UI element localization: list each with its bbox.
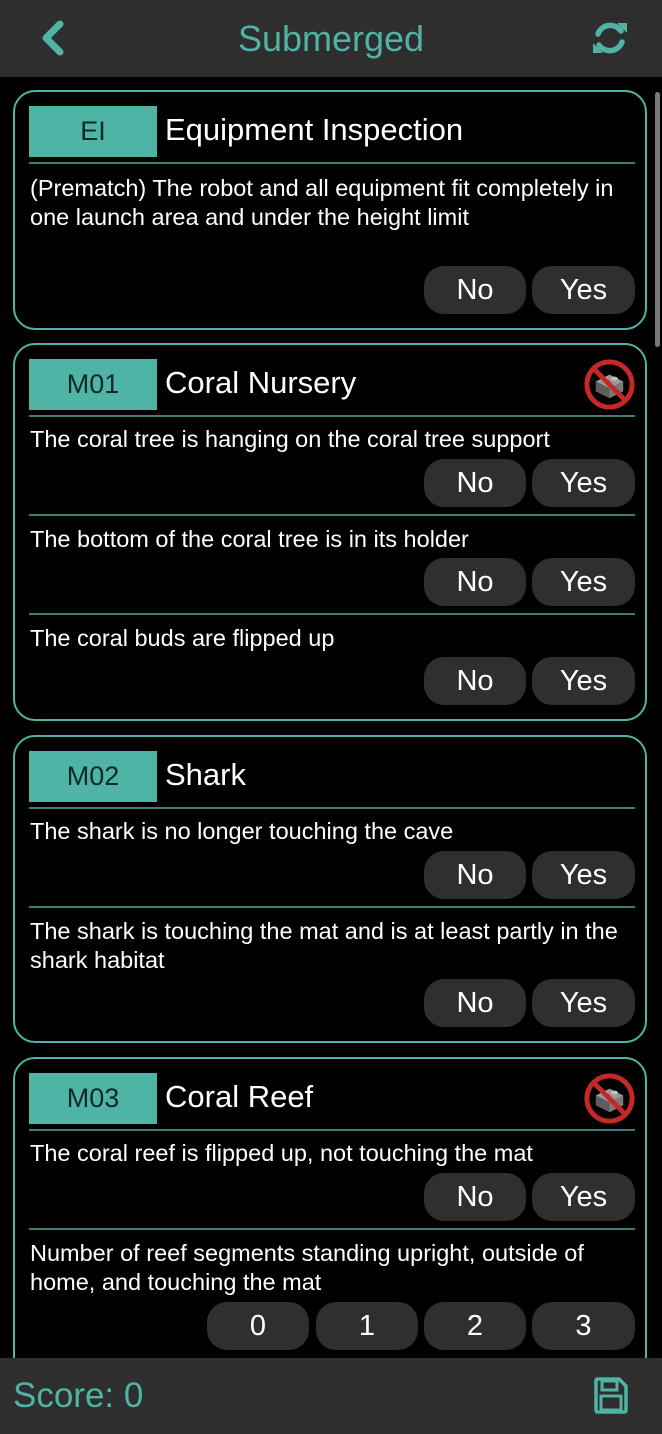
mission-title: Shark	[165, 757, 246, 792]
bottom-bar: Score: 0	[0, 1358, 662, 1434]
no-button[interactable]: No	[424, 459, 526, 507]
mission-header: EI Equipment Inspection	[15, 92, 645, 162]
count-option-1[interactable]: 1	[316, 1302, 418, 1350]
mission-card-m02: M02 Shark The shark is no longer touchin…	[13, 735, 647, 1043]
chevron-left-icon	[42, 20, 64, 56]
yes-button[interactable]: Yes	[532, 657, 635, 705]
divider	[29, 613, 635, 615]
question-text: Number of reef segments standing upright…	[30, 1240, 584, 1295]
mission-header: M01 Coral Nursery	[15, 345, 645, 415]
question-text: The coral buds are flipped up	[30, 625, 335, 651]
divider	[29, 514, 635, 516]
no-button[interactable]: No	[424, 657, 526, 705]
no-button[interactable]: No	[424, 979, 526, 1027]
divider	[29, 1228, 635, 1230]
refresh-icon	[593, 22, 627, 54]
no-button[interactable]: No	[424, 1173, 526, 1221]
question-text: The shark is no longer touching the cave	[30, 818, 454, 844]
yes-button[interactable]: Yes	[532, 851, 635, 899]
mission-card-m01: M01 Coral Nursery The coral tree is hang…	[13, 343, 647, 721]
top-bar: Submerged	[0, 0, 662, 77]
yes-button[interactable]: Yes	[532, 979, 635, 1027]
divider	[29, 415, 635, 417]
divider	[29, 1129, 635, 1131]
count-option-3[interactable]: 3	[532, 1302, 635, 1350]
question-text: The shark is touching the mat and is at …	[30, 918, 618, 973]
mission-header: M03 Coral Reef	[15, 1059, 645, 1129]
divider	[29, 906, 635, 908]
mission-code-badge: EI	[29, 106, 157, 157]
scrollbar[interactable]	[655, 92, 660, 347]
mission-header: M02 Shark	[15, 737, 645, 807]
count-option-0[interactable]: 0	[207, 1302, 309, 1350]
question-text: The coral reef is flipped up, not touchi…	[30, 1140, 533, 1166]
back-button[interactable]	[36, 18, 72, 58]
no-button[interactable]: No	[424, 266, 526, 314]
refresh-button[interactable]	[590, 18, 630, 58]
save-button[interactable]	[593, 1376, 629, 1414]
divider	[29, 162, 635, 164]
mission-card-m03: M03 Coral Reef The coral reef is flipped…	[13, 1057, 647, 1358]
mission-list[interactable]: EI Equipment Inspection (Prematch) The r…	[0, 77, 662, 1358]
score-display: Score: 0	[13, 1376, 144, 1415]
no-button[interactable]: No	[424, 851, 526, 899]
yes-button[interactable]: Yes	[532, 266, 635, 314]
mission-code-badge: M03	[29, 1073, 157, 1124]
mission-card-ei: EI Equipment Inspection (Prematch) The r…	[13, 90, 647, 330]
mission-title: Coral Reef	[165, 1079, 314, 1114]
mission-code-badge: M02	[29, 751, 157, 802]
save-icon	[594, 1377, 628, 1414]
mission-title: Equipment Inspection	[165, 112, 464, 147]
question-text: The coral tree is hanging on the coral t…	[30, 426, 550, 452]
question-text: The bottom of the coral tree is in its h…	[30, 526, 469, 552]
mission-title: Coral Nursery	[165, 365, 357, 400]
mission-code-badge: M01	[29, 359, 157, 410]
yes-button[interactable]: Yes	[532, 1173, 635, 1221]
no-button[interactable]: No	[424, 558, 526, 606]
count-option-2[interactable]: 2	[424, 1302, 526, 1350]
yes-button[interactable]: Yes	[532, 459, 635, 507]
page-title: Submerged	[237, 17, 425, 59]
no-robot-icon	[584, 359, 635, 410]
no-robot-icon	[584, 1073, 635, 1124]
divider	[29, 807, 635, 809]
yes-button[interactable]: Yes	[532, 558, 635, 606]
question-text: (Prematch) The robot and all equipment f…	[30, 175, 614, 230]
